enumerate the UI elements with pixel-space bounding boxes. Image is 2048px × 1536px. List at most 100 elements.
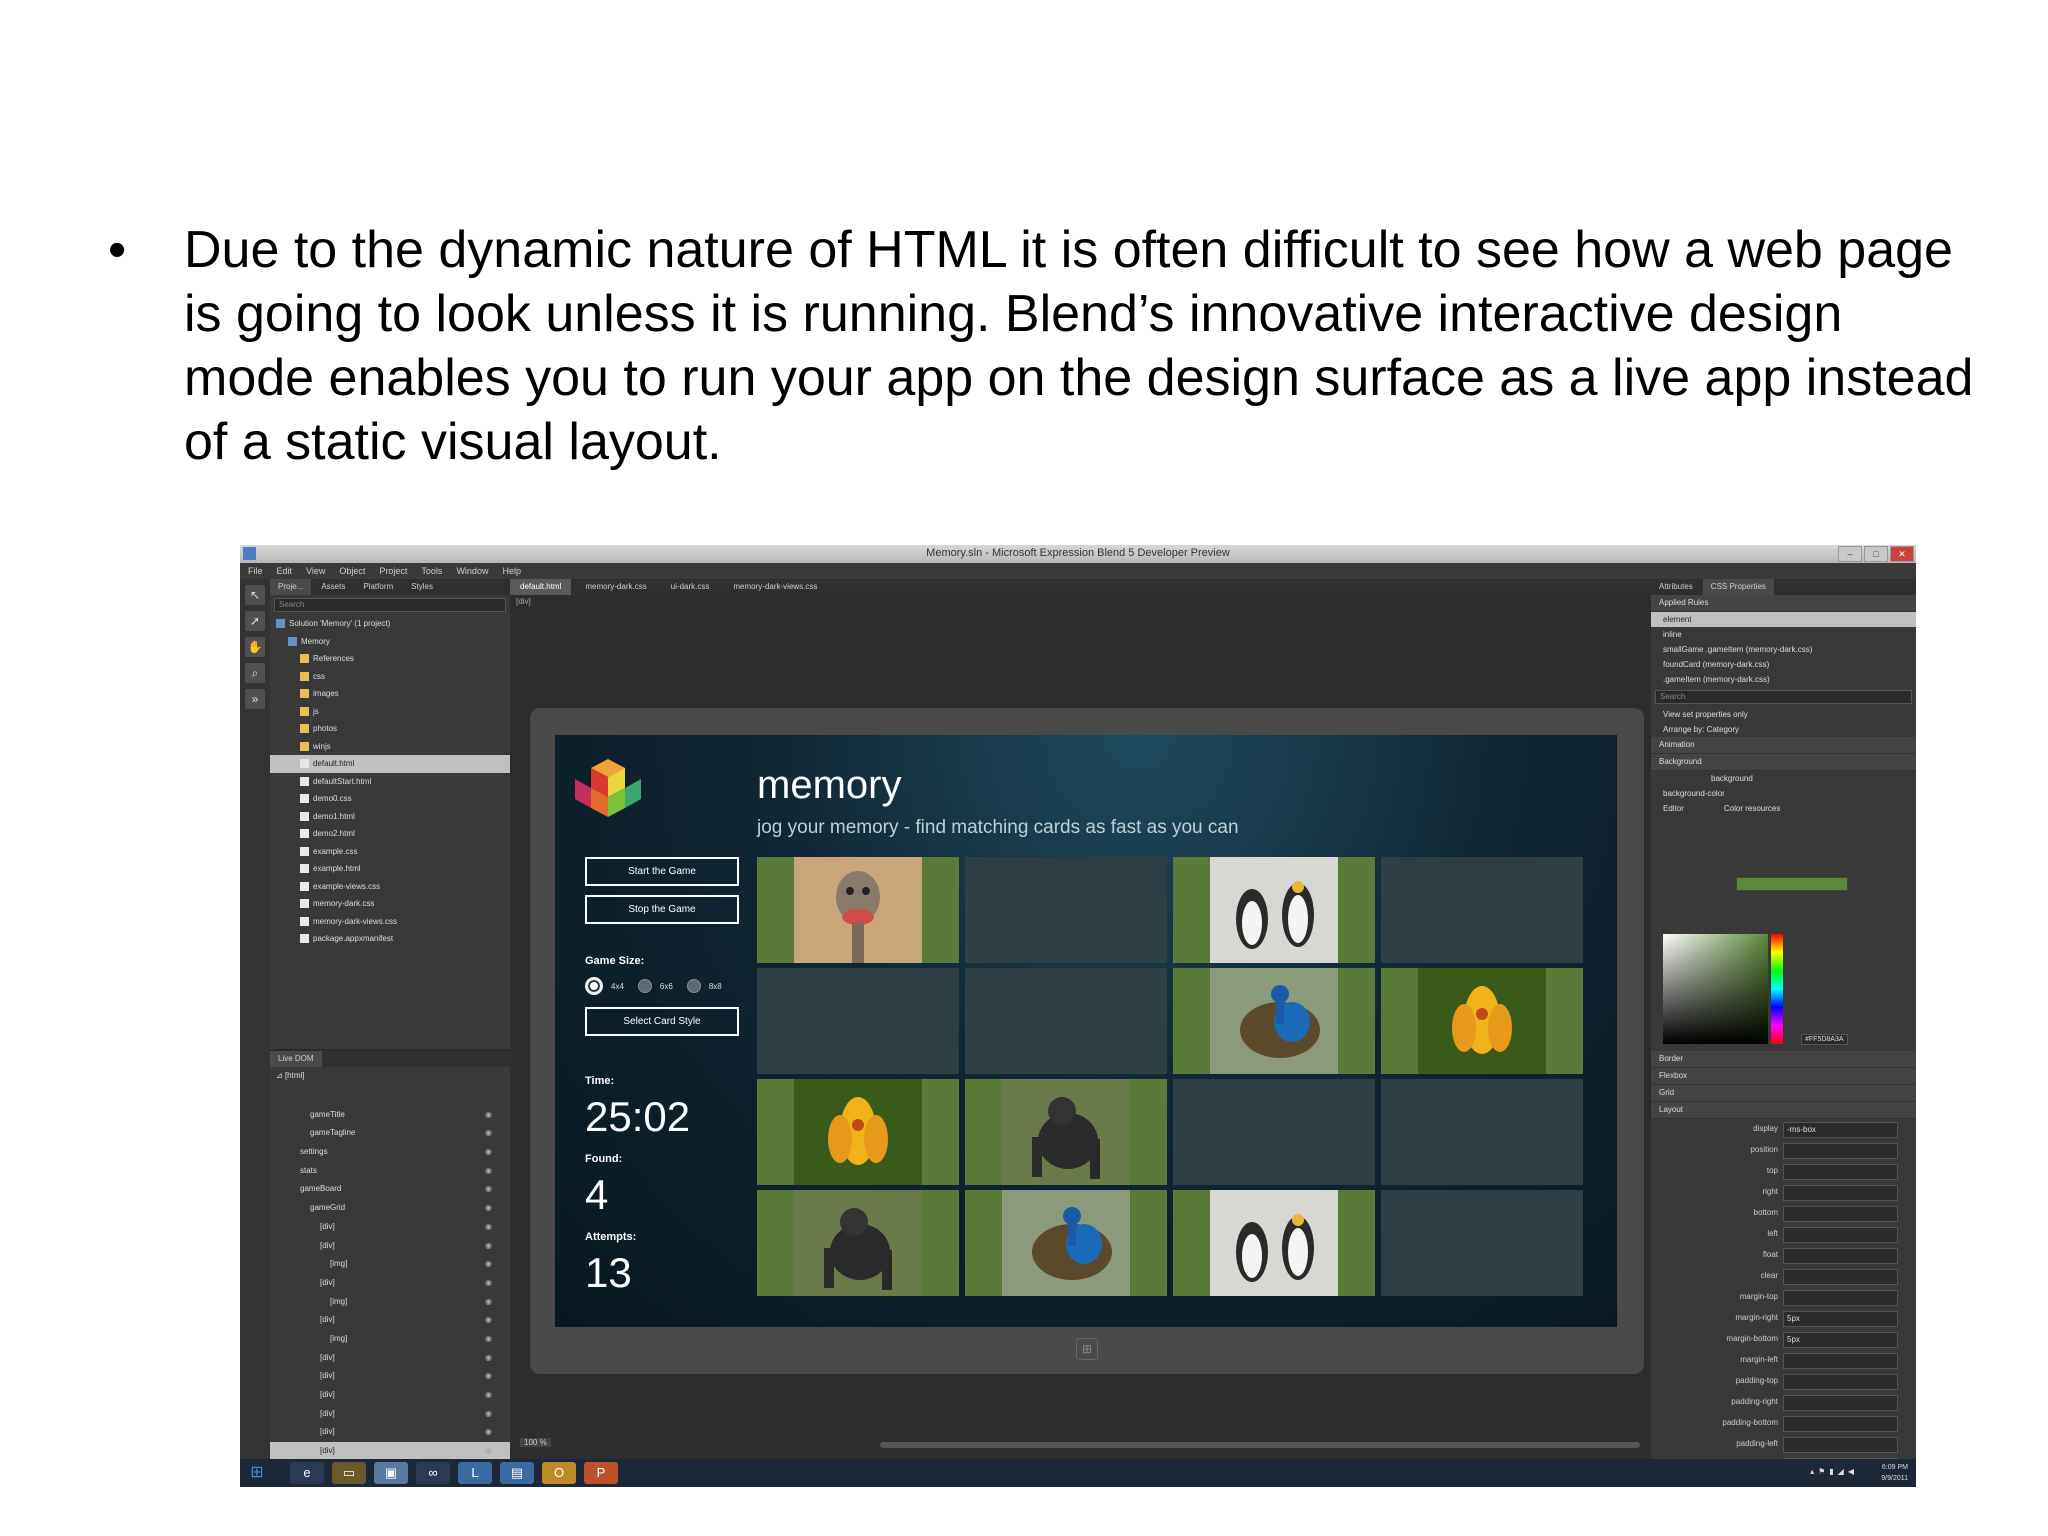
dom-root[interactable]: ⊿ [html] bbox=[270, 1067, 510, 1086]
css-property-value-input[interactable] bbox=[1783, 1353, 1898, 1369]
dom-tree-item[interactable]: [div] ◉ bbox=[270, 1218, 510, 1237]
more-tools-icon[interactable]: » bbox=[245, 689, 265, 709]
maximize-button[interactable]: □ bbox=[1864, 546, 1888, 562]
visibility-eye-icon[interactable]: ◉ bbox=[485, 1423, 492, 1442]
css-property-value-input[interactable]: 5px bbox=[1783, 1332, 1898, 1348]
media-icon[interactable]: ∞ bbox=[416, 1462, 450, 1484]
css-property-value-input[interactable]: -ms-box bbox=[1783, 1122, 1898, 1138]
background-color-swatch[interactable] bbox=[1736, 877, 1848, 891]
applied-rule-item[interactable]: inline bbox=[1651, 627, 1916, 642]
project-tree-item[interactable]: default.html bbox=[270, 755, 510, 773]
dom-tree-item[interactable]: [div] ◉ bbox=[270, 1349, 510, 1368]
project-search-input[interactable]: Search bbox=[274, 598, 506, 612]
dom-tree-item[interactable]: [div] ◉ bbox=[270, 1311, 510, 1330]
dom-tree-item[interactable]: gameBoard ◉ bbox=[270, 1180, 510, 1199]
tab-attributes[interactable]: Attributes bbox=[1651, 579, 1701, 595]
visibility-eye-icon[interactable]: ◉ bbox=[485, 1330, 492, 1349]
taskbar-clock[interactable]: 6:09 PM 9/9/2011 bbox=[1881, 1462, 1908, 1484]
visibility-eye-icon[interactable]: ◉ bbox=[485, 1255, 492, 1274]
tab-memory-dark-views-css[interactable]: memory-dark-views.css bbox=[723, 579, 827, 595]
css-property-value-input[interactable] bbox=[1783, 1290, 1898, 1306]
visibility-eye-icon[interactable]: ◉ bbox=[485, 1218, 492, 1237]
dom-tree-item[interactable]: [div] ◉ bbox=[270, 1423, 510, 1442]
visibility-eye-icon[interactable]: ◉ bbox=[485, 1293, 492, 1312]
tab-platform[interactable]: Platform bbox=[355, 579, 401, 595]
memory-card-ostrich[interactable] bbox=[757, 857, 959, 963]
minimize-button[interactable]: – bbox=[1838, 546, 1862, 562]
memory-card-flower[interactable] bbox=[757, 1079, 959, 1185]
visibility-eye-icon[interactable]: ◉ bbox=[485, 1199, 492, 1218]
visibility-eye-icon[interactable]: ◉ bbox=[485, 1124, 492, 1143]
section-layout[interactable]: Layout bbox=[1651, 1102, 1916, 1119]
project-tree-item[interactable]: winjs bbox=[270, 738, 510, 756]
project-tree-item[interactable]: example-views.css bbox=[270, 878, 510, 896]
css-property-value-input[interactable] bbox=[1783, 1374, 1898, 1390]
project-tree-item[interactable]: demo0.css bbox=[270, 790, 510, 808]
css-property-value-input[interactable] bbox=[1783, 1416, 1898, 1432]
properties-search-input[interactable]: Search bbox=[1655, 690, 1912, 704]
outlook-icon[interactable]: O bbox=[542, 1462, 576, 1484]
tab-memory-dark-css[interactable]: memory-dark.css bbox=[575, 579, 656, 595]
project-tree-item[interactable]: js bbox=[270, 703, 510, 721]
project-tree-item[interactable]: memory-dark-views.css bbox=[270, 913, 510, 931]
stop-game-button[interactable]: Stop the Game bbox=[585, 895, 739, 924]
section-background[interactable]: Background bbox=[1651, 754, 1916, 771]
css-property-value-input[interactable] bbox=[1783, 1185, 1898, 1201]
breadcrumb[interactable]: [div] bbox=[516, 597, 531, 606]
memory-card-hidden[interactable] bbox=[965, 857, 1167, 963]
start-game-button[interactable]: Start the Game bbox=[585, 857, 739, 886]
dom-tree-item[interactable]: [img] ◉ bbox=[270, 1330, 510, 1349]
lync-icon[interactable]: L bbox=[458, 1462, 492, 1484]
close-button[interactable]: ✕ bbox=[1890, 546, 1914, 562]
file-explorer-icon[interactable]: ▭ bbox=[332, 1462, 366, 1484]
menu-file[interactable]: File bbox=[248, 563, 263, 579]
visibility-eye-icon[interactable]: ◉ bbox=[485, 1180, 492, 1199]
size-4x4-radio[interactable] bbox=[585, 977, 603, 995]
direct-select-tool-icon[interactable]: ➚ bbox=[245, 611, 265, 631]
project-tree-item[interactable]: demo2.html bbox=[270, 825, 510, 843]
memory-card-peacock[interactable] bbox=[1173, 968, 1375, 1074]
dom-tree-item[interactable]: [div] ◉ bbox=[270, 1442, 510, 1461]
memory-card-hidden[interactable] bbox=[965, 968, 1167, 1074]
view-set-properties-checkbox[interactable]: View set properties only bbox=[1651, 707, 1916, 722]
css-property-value-input[interactable] bbox=[1783, 1395, 1898, 1411]
project-tree-item[interactable]: References bbox=[270, 650, 510, 668]
applied-rules-header[interactable]: Applied Rules bbox=[1651, 595, 1916, 612]
horizontal-scrollbar[interactable] bbox=[880, 1442, 1640, 1448]
visibility-eye-icon[interactable]: ◉ bbox=[485, 1106, 492, 1125]
project-tree-item[interactable]: photos bbox=[270, 720, 510, 738]
visibility-eye-icon[interactable]: ◉ bbox=[485, 1349, 492, 1368]
visibility-eye-icon[interactable]: ◉ bbox=[485, 1367, 492, 1386]
dom-tree-item[interactable]: [div] ◉ bbox=[270, 1237, 510, 1256]
background-property[interactable]: background bbox=[1651, 771, 1916, 786]
css-property-value-input[interactable] bbox=[1783, 1248, 1898, 1264]
remote-desktop-icon[interactable]: ▤ bbox=[500, 1462, 534, 1484]
color-resources-tab[interactable]: Color resources bbox=[1724, 801, 1780, 816]
section-border[interactable]: Border bbox=[1651, 1051, 1916, 1068]
applied-rule-item[interactable]: smallGame .gameItem (memory-dark.css) bbox=[1651, 642, 1916, 657]
dom-tree-item[interactable]: gameGrid ◉ bbox=[270, 1199, 510, 1218]
visibility-eye-icon[interactable]: ◉ bbox=[485, 1311, 492, 1330]
hue-slider[interactable] bbox=[1771, 934, 1783, 1044]
tab-css-properties[interactable]: CSS Properties bbox=[1702, 579, 1774, 595]
css-property-value-input[interactable] bbox=[1783, 1437, 1898, 1453]
dom-tree-item[interactable]: gameTitle ◉ bbox=[270, 1106, 510, 1125]
css-property-value-input[interactable] bbox=[1783, 1206, 1898, 1222]
dom-tree-item[interactable]: gameTagline ◉ bbox=[270, 1124, 510, 1143]
color-editor-tab[interactable]: Editor bbox=[1663, 801, 1684, 816]
visibility-eye-icon[interactable]: ◉ bbox=[485, 1162, 492, 1181]
memory-card-gorilla[interactable] bbox=[965, 1079, 1167, 1185]
zoom-tool-icon[interactable]: ⌕ bbox=[245, 663, 265, 683]
arrange-by-dropdown[interactable]: Arrange by: Category bbox=[1651, 722, 1916, 737]
memory-card-hidden[interactable] bbox=[1381, 1190, 1583, 1296]
visibility-eye-icon[interactable]: ◉ bbox=[485, 1237, 492, 1256]
dom-tree-item[interactable]: [div] ◉ bbox=[270, 1386, 510, 1405]
css-property-value-input[interactable] bbox=[1783, 1227, 1898, 1243]
project-tree-item[interactable]: demo1.html bbox=[270, 808, 510, 826]
section-animation[interactable]: Animation bbox=[1651, 737, 1916, 754]
dom-tree-item[interactable]: [div] ◉ bbox=[270, 1405, 510, 1424]
section-flexbox[interactable]: Flexbox bbox=[1651, 1068, 1916, 1085]
memory-card-hidden[interactable] bbox=[1173, 1079, 1375, 1185]
pan-tool-icon[interactable]: ✋ bbox=[245, 637, 265, 657]
visibility-eye-icon[interactable]: ◉ bbox=[485, 1386, 492, 1405]
